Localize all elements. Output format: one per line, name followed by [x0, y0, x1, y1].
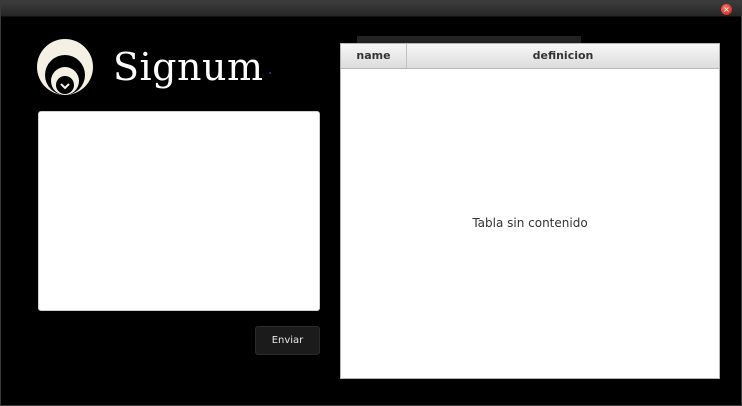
definition-input[interactable]	[38, 111, 320, 311]
results-table[interactable]: name definicion Tabla sin contenido	[340, 43, 720, 379]
close-icon: ×	[723, 5, 730, 14]
signum-logo-icon	[35, 38, 95, 96]
empty-table-message: Tabla sin contenido	[472, 216, 588, 230]
app-window: × Signum Enviar name definicion Tabla si…	[0, 0, 742, 406]
title-bar[interactable]: ×	[1, 1, 741, 17]
column-header-name[interactable]: name	[341, 44, 407, 68]
decorative-dot	[269, 72, 271, 74]
table-header: name definicion	[341, 44, 719, 69]
send-button[interactable]: Enviar	[255, 326, 320, 355]
app-title: Signum	[113, 45, 264, 89]
column-header-definicion[interactable]: definicion	[407, 44, 719, 68]
close-button[interactable]: ×	[721, 4, 732, 15]
